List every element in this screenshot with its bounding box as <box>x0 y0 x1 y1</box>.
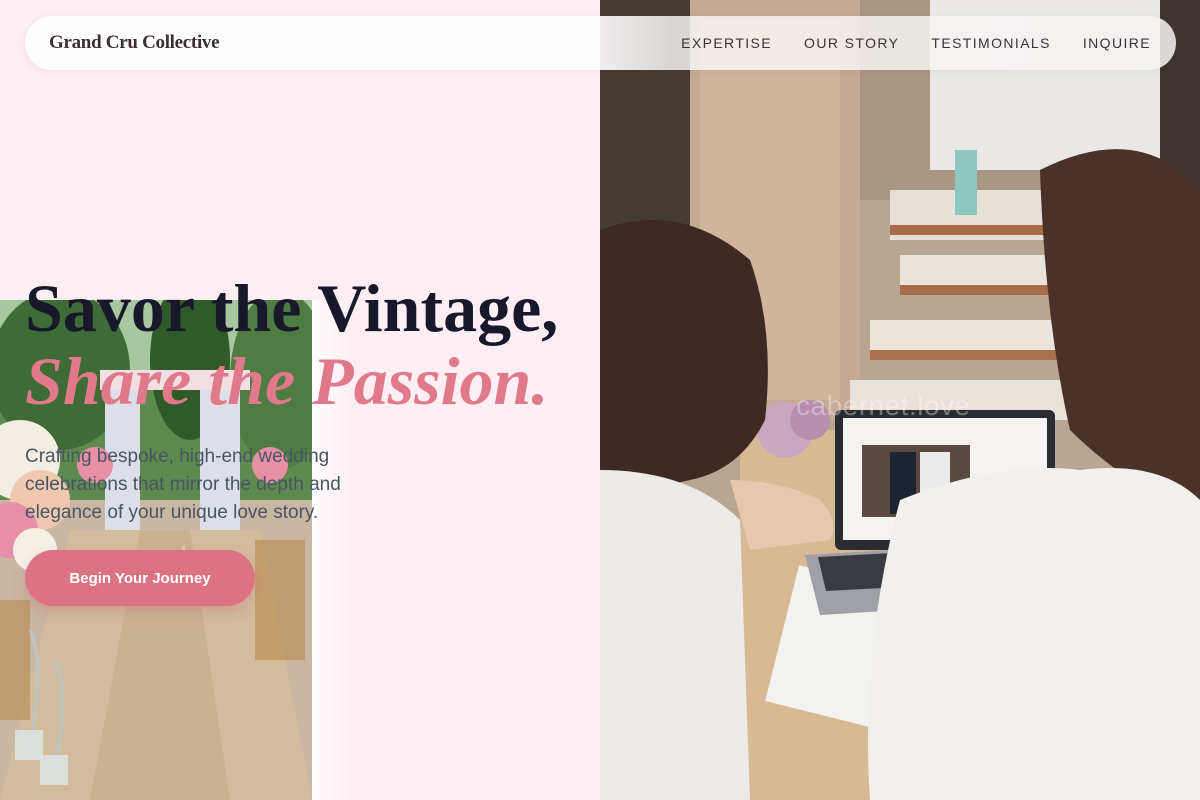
hero-headline-accent: Share the Passion. <box>25 343 549 419</box>
planners-photo: cabernet.love <box>600 0 1200 800</box>
nav-link-testimonials[interactable]: TESTIMONIALS <box>931 35 1050 51</box>
hero-subtitle: Crafting bespoke, high-end wedding celeb… <box>25 446 341 523</box>
begin-journey-button[interactable]: Begin Your Journey <box>25 550 255 606</box>
nav-link-our-story[interactable]: OUR STORY <box>804 35 899 51</box>
nav-link-expertise[interactable]: EXPERTISE <box>681 35 772 51</box>
brand-logo-text[interactable]: Grand Cru Collective <box>49 32 220 54</box>
watermark-text: cabernet.love <box>796 390 971 421</box>
nav-links: EXPERTISE OUR STORY TESTIMONIALS INQUIRE <box>681 35 1151 51</box>
nav-link-inquire[interactable]: INQUIRE <box>1083 35 1151 51</box>
top-navbar: Grand Cru Collective EXPERTISE OUR STORY… <box>25 16 1176 70</box>
hero-headline: Savor the Vintage, <box>25 270 559 346</box>
